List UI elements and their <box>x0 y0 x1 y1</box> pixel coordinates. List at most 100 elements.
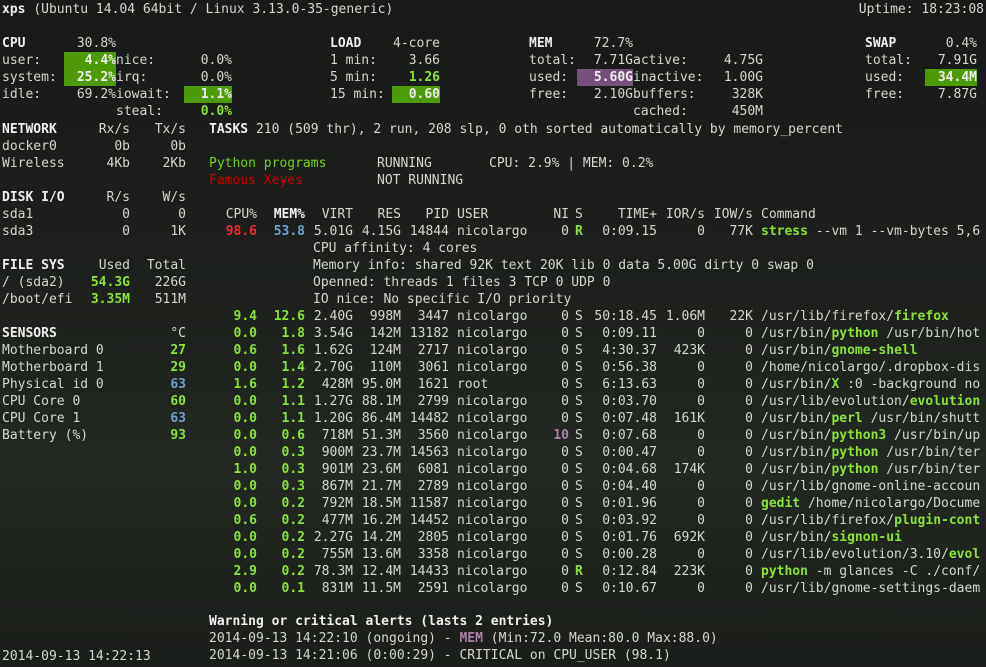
network-value: 2Kb <box>162 156 186 171</box>
process-pid: 2789 <box>417 479 449 494</box>
process-virt: 5.01G <box>313 224 353 239</box>
process-user: root <box>457 377 489 392</box>
process-ior: 0 <box>697 394 705 409</box>
column-header: USER <box>457 207 489 222</box>
fs-title: FILE SYS <box>2 258 65 273</box>
process-mem: 0.3 <box>281 479 305 494</box>
process-iow: 0 <box>745 462 753 477</box>
process-cpu: 98.6 <box>225 224 257 239</box>
load-title: LOAD <box>330 36 362 51</box>
process-cpu: 0.0 <box>233 547 257 562</box>
process-virt: 792M <box>321 496 353 511</box>
command-path: /usr/bin/ <box>761 411 832 426</box>
mem-label: inactive: <box>633 70 704 85</box>
process-status: S <box>575 530 583 545</box>
process-nice: 0 <box>561 581 569 596</box>
fs-value: 511M <box>154 292 186 307</box>
process-ior: 1.06M <box>665 309 705 324</box>
header-line: xps (Ubuntu 14.04 64bit / Linux 3.13.0-3… <box>2 1 393 18</box>
process-user: nicolargo <box>457 479 528 494</box>
process-res: 16.2M <box>361 513 401 528</box>
process-status: S <box>575 394 583 409</box>
process-mem: 12.6 <box>273 309 305 324</box>
fs-row: / (sda2) 54.3G 226G <box>2 274 186 291</box>
command-name: firefox <box>894 309 949 324</box>
command-args: /usr/bin/up <box>886 428 981 443</box>
process-status: S <box>575 479 583 494</box>
monitor-state: RUNNING <box>377 156 432 171</box>
tasks-line: TASKS 210 (509 thr), 2 run, 208 slp, 0 o… <box>209 121 843 138</box>
process-cpu: 1.0 <box>233 462 257 477</box>
disk-value: 0 <box>122 207 130 222</box>
process-user: nicolargo <box>457 547 528 562</box>
process-pid: 14482 <box>409 411 449 426</box>
process-ior: 0 <box>697 547 705 562</box>
network-value: 4Kb <box>106 156 130 171</box>
cpu-label: user: <box>2 53 42 68</box>
mem-title: MEM <box>529 36 553 51</box>
fs-label: / (sda2) <box>2 275 65 290</box>
process-time: 0:07.48 <box>602 411 657 426</box>
process-res: 51.3M <box>361 428 401 443</box>
process-status: S <box>575 581 583 596</box>
load-row: 15 min: 0.60 <box>330 86 440 103</box>
cpu-title: CPU <box>2 36 26 51</box>
command-name: python <box>761 564 808 579</box>
load-value: 3.66 <box>408 53 440 68</box>
cpu-value: 0.0% <box>200 70 232 85</box>
process-time: 0:07.68 <box>602 428 657 443</box>
command-path: /usr/bin/ <box>761 428 832 443</box>
swap-label: total: <box>865 53 912 68</box>
cpu-label: nice: <box>116 53 156 68</box>
mem-label: total: <box>529 53 576 68</box>
process-res: 21.7M <box>361 479 401 494</box>
swap-header: SWAP 0.4% <box>865 35 977 52</box>
mem-value: 4.75G <box>723 53 763 68</box>
process-pid: 3447 <box>417 309 449 324</box>
process-ior: 692K <box>673 530 705 545</box>
swap-label: free: <box>865 87 905 102</box>
column-header: IOR/s <box>665 207 705 222</box>
process-iow: 22K <box>729 309 753 324</box>
network-row: docker0 0b 0b <box>2 138 186 155</box>
process-nice: 0 <box>561 530 569 545</box>
alerts-heading: Warning or critical alerts (lasts 2 entr… <box>209 614 554 629</box>
alert-detail: (Min:72.0 Mean:80.0 Max:88.0) <box>482 631 718 646</box>
process-user: nicolargo <box>457 411 528 426</box>
process-ior: 223K <box>673 564 705 579</box>
process-nice: 10 <box>553 428 569 443</box>
process-nice: 0 <box>561 343 569 358</box>
process-status: S <box>575 445 583 460</box>
fs-header: FILE SYS Used Total <box>2 257 186 274</box>
process-user: nicolargo <box>457 530 528 545</box>
cpu-label: iowait: <box>116 87 171 102</box>
process-iow: 0 <box>745 411 753 426</box>
process-res: 95.0M <box>361 377 401 392</box>
process-virt: 900M <box>321 445 353 460</box>
sensor-row: Motherboard 1 29 <box>2 359 186 376</box>
process-command: python -m glances -C ./conf/ <box>761 563 986 580</box>
load-label: 15 min: <box>330 87 385 102</box>
process-mem: 1.1 <box>281 411 305 426</box>
process-command: /usr/bin/python /usr/bin/ter <box>761 444 986 461</box>
process-res: 12.4M <box>361 564 401 579</box>
mem-value: 328K <box>731 87 763 102</box>
process-user: nicolargo <box>457 564 528 579</box>
process-status: S <box>575 428 583 443</box>
process-time: 0:10.67 <box>602 581 657 596</box>
process-time: 0:03.70 <box>602 394 657 409</box>
sensor-value: 93 <box>170 428 186 443</box>
mem-row: used: 5.60Ginactive: 1.00G <box>529 69 763 86</box>
alerts-title: Warning or critical alerts (lasts 2 entr… <box>209 613 553 630</box>
column-header: RES <box>377 207 401 222</box>
process-nice: 0 <box>561 411 569 426</box>
swap-row: used: 34.4M <box>865 69 977 86</box>
process-user: nicolargo <box>457 445 528 460</box>
process-cpu: 0.0 <box>233 445 257 460</box>
process-res: 23.6M <box>361 462 401 477</box>
command-name: signon-ui <box>831 530 902 545</box>
process-ior: 174K <box>673 462 705 477</box>
sensor-value: 27 <box>170 343 186 358</box>
process-detail: Openned: threads 1 files 3 TCP 0 UDP 0 <box>313 275 611 290</box>
process-nice: 0 <box>561 360 569 375</box>
